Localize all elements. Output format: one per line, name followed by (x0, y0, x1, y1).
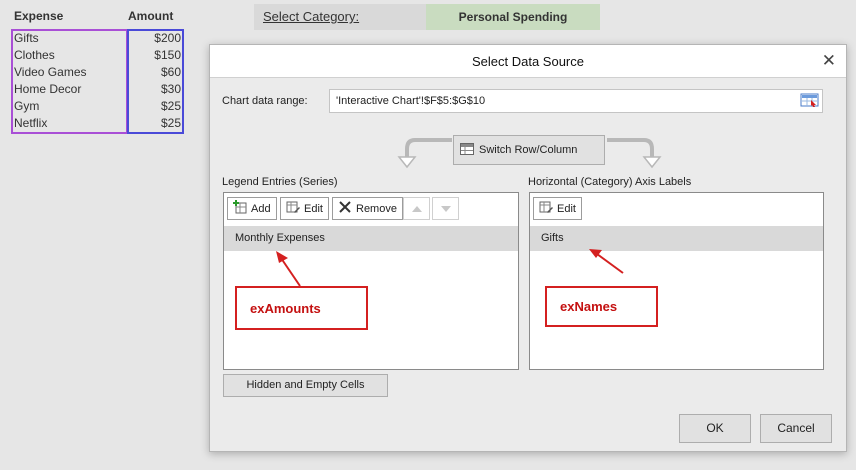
arrowhead-icon (276, 251, 288, 263)
annotation-arrows (276, 249, 624, 287)
examounts-annotation: exAmounts (235, 286, 368, 330)
annotation-arrow-names (596, 253, 624, 274)
exnames-annotation: exNames (545, 286, 658, 327)
annotation-arrow-amounts (280, 257, 301, 287)
